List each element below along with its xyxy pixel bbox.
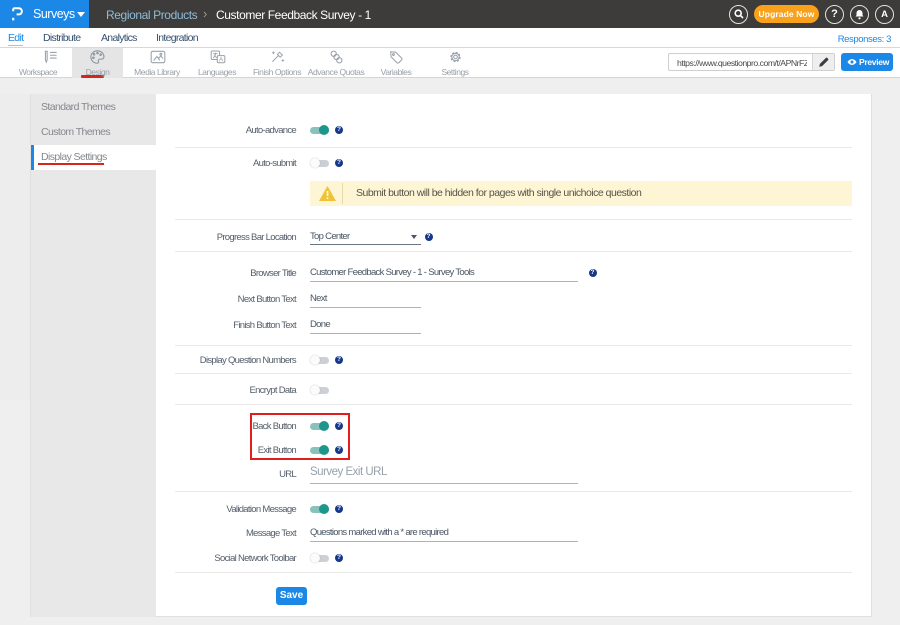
svg-text:A: A	[219, 57, 224, 64]
